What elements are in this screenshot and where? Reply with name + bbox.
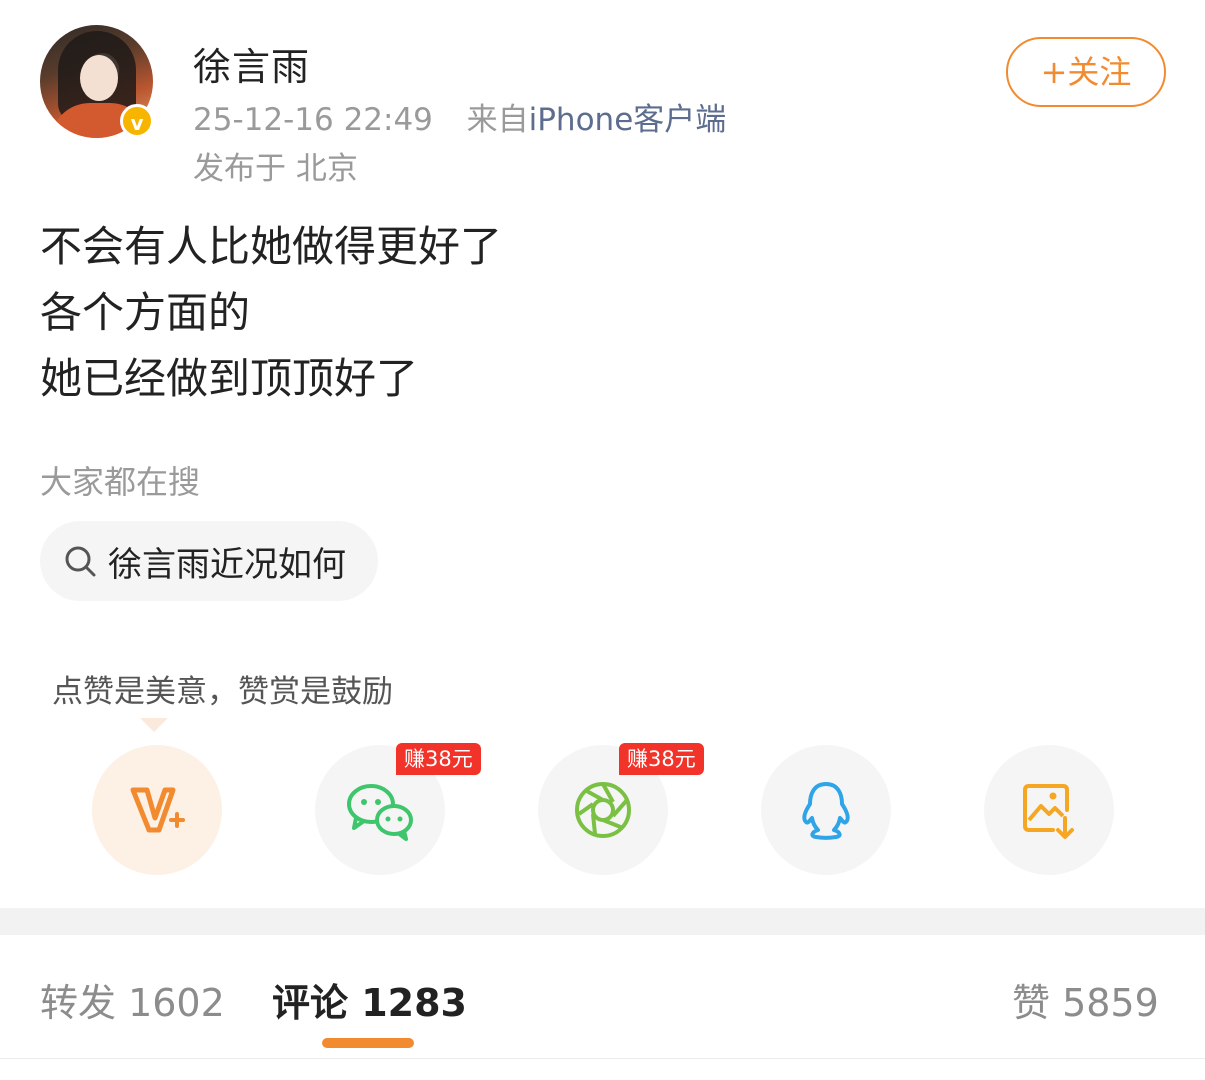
- earn-badge: 赚38元: [619, 743, 704, 775]
- section-divider: [0, 908, 1205, 935]
- wechat-icon: [347, 784, 413, 841]
- post-timestamp: 25-12-16 22:49: [193, 102, 433, 138]
- content-line: 不会有人比她做得更好了: [40, 222, 503, 271]
- tab-like[interactable]: 赞 5859: [1012, 972, 1159, 1027]
- author-name[interactable]: 徐言雨: [193, 36, 310, 91]
- reward-v-icon: [130, 787, 185, 833]
- verified-badge-icon: v: [120, 104, 154, 138]
- moments-icon: [575, 782, 631, 838]
- source-prefix: 来自: [466, 102, 529, 138]
- save-image-icon: [1023, 784, 1074, 839]
- share-qq-button[interactable]: [761, 745, 891, 875]
- tip-arrow: [140, 718, 168, 732]
- tab-comment[interactable]: 评论 1283: [272, 972, 467, 1027]
- post-meta: 25-12-16 22:49 来自iPhone客户端: [193, 94, 726, 139]
- post-location: 发布于 北京: [193, 151, 358, 187]
- follow-button[interactable]: +关注: [1006, 37, 1166, 107]
- content-line: 她已经做到顶顶好了: [40, 354, 419, 403]
- tab-bottom-border: [0, 1058, 1205, 1059]
- save-image-button[interactable]: [984, 745, 1114, 875]
- post-content: 不会有人比她做得更好了 各个方面的 她已经做到顶顶好了: [40, 214, 502, 412]
- tab-repost[interactable]: 转发 1602: [40, 972, 225, 1027]
- reward-button[interactable]: [92, 745, 222, 875]
- qq-icon: [802, 782, 850, 840]
- active-tab-indicator: [322, 1038, 414, 1048]
- search-suggestion-text: 徐言雨近况如何: [108, 544, 346, 585]
- search-icon: [65, 546, 96, 577]
- search-suggestion-chip[interactable]: 徐言雨近况如何: [40, 521, 378, 601]
- post-source[interactable]: iPhone客户端: [529, 102, 727, 138]
- trending-search-title: 大家都在搜: [40, 463, 201, 501]
- reward-tip: 点赞是美意，赞赏是鼓励: [52, 674, 393, 710]
- earn-badge: 赚38元: [396, 743, 481, 775]
- content-line: 各个方面的: [40, 288, 251, 337]
